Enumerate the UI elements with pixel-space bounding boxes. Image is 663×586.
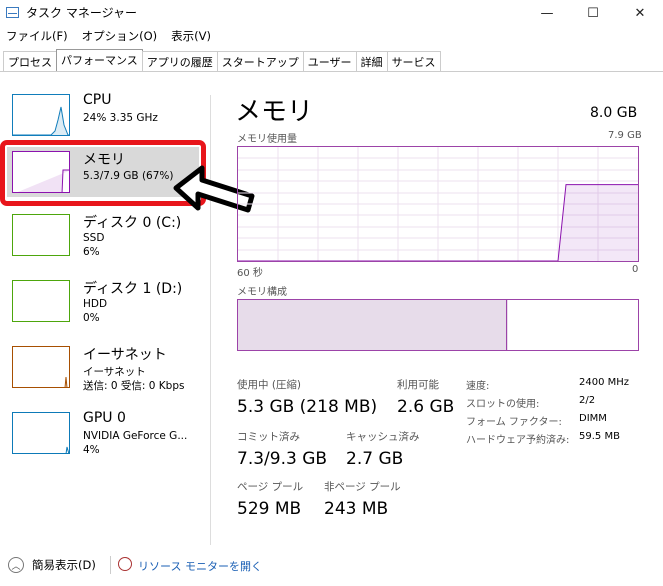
menu-view[interactable]: 表示(V): [171, 28, 211, 46]
sidebar-item-ethernet[interactable]: イーサネット イーサネット 送信: 0 受信: 0 Kbps: [8, 342, 204, 396]
sidebar-divider: [210, 95, 211, 545]
paged-pool-value: 529 MB: [237, 499, 302, 519]
minimize-button[interactable]: —: [524, 0, 570, 26]
disk0-usage: 6%: [83, 246, 100, 258]
nonpaged-pool-value: 243 MB: [324, 499, 389, 519]
sidebar-item-disk1[interactable]: ディスク 1 (D:) HDD 0%: [8, 276, 204, 330]
committed-value: 7.3/9.3 GB: [237, 449, 328, 469]
form-factor-value: DIMM: [579, 413, 607, 424]
tab-startup[interactable]: スタートアップ: [216, 51, 304, 71]
footer-separator: [110, 556, 111, 574]
gpu-model: NVIDIA GeForce G...: [83, 430, 188, 442]
page-title: メモリ: [235, 97, 314, 127]
ethernet-thumbnail-graph: [12, 346, 70, 388]
ethernet-throughput: 送信: 0 受信: 0 Kbps: [83, 380, 185, 392]
tab-services[interactable]: サービス: [386, 51, 441, 71]
menu-file[interactable]: ファイル(F): [6, 28, 68, 46]
tab-processes[interactable]: プロセス: [3, 51, 57, 71]
chevron-up-icon[interactable]: ︿: [8, 557, 24, 573]
memory-usage-graph: [237, 146, 639, 262]
maximize-button[interactable]: ☐: [570, 0, 616, 26]
in-use-value: 5.3 GB (218 MB): [237, 397, 378, 417]
disk1-usage: 0%: [83, 312, 100, 324]
tab-details[interactable]: 詳細: [355, 51, 388, 71]
cpu-title: CPU: [83, 92, 112, 108]
disk1-title: ディスク 1 (D:): [83, 281, 183, 297]
nonpaged-pool-label: 非ページ プール: [324, 481, 401, 493]
hardware-reserved-label: ハードウェア予約済み:: [466, 435, 570, 446]
speed-value: 2400 MHz: [579, 377, 630, 388]
committed-label: コミット済み: [237, 431, 300, 443]
sidebar-item-gpu[interactable]: GPU 0 NVIDIA GeForce G... 4%: [8, 408, 204, 462]
available-label: 利用可能: [397, 379, 439, 391]
graph-axis-right: 0: [632, 264, 639, 275]
graph-axis-left: 60 秒: [237, 268, 263, 279]
window-title: タスク マネージャー: [26, 6, 137, 20]
memory-composition-label: メモリ構成: [237, 287, 287, 298]
tab-strip: プロセス パフォーマンス アプリの履歴 スタートアップ ユーザー 詳細 サービス: [3, 49, 441, 71]
menu-options[interactable]: オプション(O): [82, 28, 158, 46]
gpu-title: GPU 0: [83, 410, 126, 426]
menu-bar: ファイル(F) オプション(O) 表示(V): [0, 28, 219, 46]
paged-pool-label: ページ プール: [237, 481, 304, 493]
disk0-type: SSD: [83, 232, 105, 244]
speed-label: 速度:: [466, 381, 490, 392]
disk0-title: ディスク 0 (C:): [83, 215, 182, 231]
simple-view-button[interactable]: 簡易表示(D): [32, 557, 96, 573]
sidebar-item-cpu[interactable]: CPU 24% 3.35 GHz: [8, 90, 204, 144]
cpu-usage: 24% 3.35 GHz: [83, 112, 158, 124]
task-manager-app-icon: [6, 7, 19, 18]
memory-total: 8.0 GB: [590, 105, 638, 121]
tab-performance[interactable]: パフォーマンス: [56, 49, 143, 71]
sidebar-item-disk0[interactable]: ディスク 0 (C:) SSD 6%: [8, 210, 204, 264]
in-use-label: 使用中 (圧縮): [237, 379, 302, 391]
memory-usage-max: 7.9 GB: [608, 130, 642, 141]
ethernet-adapter: イーサネット: [83, 366, 146, 378]
resource-monitor-link[interactable]: リソース モニターを開く: [138, 558, 262, 574]
composition-separator: [506, 300, 507, 350]
form-factor-label: フォーム ファクター:: [466, 417, 562, 428]
cpu-thumbnail-graph: [12, 94, 70, 136]
available-value: 2.6 GB: [397, 397, 455, 417]
slots-label: スロットの使用:: [466, 399, 540, 410]
memory-in-use-segment: [238, 300, 508, 350]
slots-value: 2/2: [579, 395, 596, 406]
disk1-type: HDD: [83, 298, 108, 310]
close-button[interactable]: ✕: [617, 0, 663, 26]
tab-divider: [0, 71, 663, 72]
disk0-thumbnail-graph: [12, 214, 70, 256]
disk1-thumbnail-graph: [12, 280, 70, 322]
tab-users[interactable]: ユーザー: [302, 51, 357, 71]
gpu-thumbnail-graph: [12, 412, 70, 454]
hardware-reserved-value: 59.5 MB: [579, 431, 620, 442]
resource-monitor-icon: [118, 557, 132, 571]
ethernet-title: イーサネット: [83, 347, 167, 363]
memory-usage-label: メモリ使用量: [237, 134, 297, 145]
cached-label: キャッシュ済み: [346, 431, 420, 443]
cached-value: 2.7 GB: [346, 449, 404, 469]
gpu-usage: 4%: [83, 444, 100, 456]
tab-app-history[interactable]: アプリの履歴: [141, 51, 218, 71]
